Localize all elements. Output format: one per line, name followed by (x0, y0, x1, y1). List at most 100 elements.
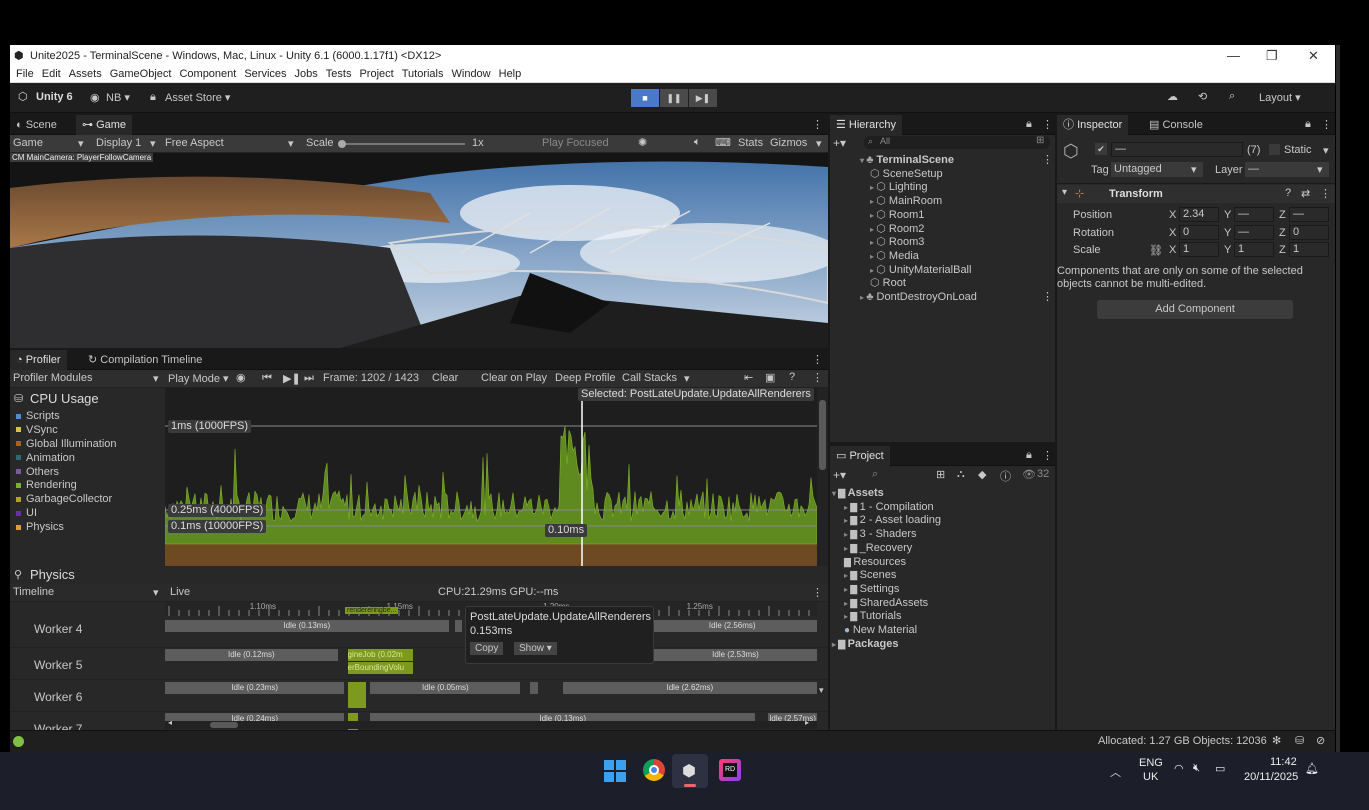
next-frame-icon[interactable]: ▶❚ (283, 372, 301, 385)
transform-y-field[interactable]: — (1234, 224, 1274, 240)
volume-muted-icon[interactable]: 🔇︎ (1193, 762, 1200, 775)
project-item[interactable]: ● New Material (844, 623, 917, 637)
add-component-button[interactable]: Add Component (1097, 300, 1293, 319)
clear-button[interactable]: Clear (432, 372, 458, 384)
scroll-left-icon[interactable]: ◂ (168, 718, 172, 727)
timeline-sample[interactable]: Idle (2.62ms) (562, 682, 817, 694)
menu-item-file[interactable]: File (16, 66, 34, 83)
project-item[interactable]: ▸ ▇ Tutorials (844, 609, 901, 623)
menu-item-project[interactable]: Project (359, 66, 393, 83)
hierarchy-item[interactable]: ▾ ♣ TerminalScene (860, 153, 954, 167)
cloud-icon[interactable]: ☁ (1167, 90, 1178, 103)
hierarchy-item[interactable]: ▸ ⬡ Room3 (870, 235, 924, 249)
timeline-sample[interactable] (530, 682, 538, 694)
kebab-menu-icon[interactable]: ⋮ (812, 353, 823, 366)
unity-taskbar-button[interactable]: ⬢ (672, 754, 708, 788)
add-icon[interactable]: +▾ (833, 136, 846, 150)
lock-icon[interactable]: 🔒︎ (1026, 449, 1032, 462)
battery-icon[interactable]: ▭ (1215, 762, 1225, 775)
timeline-sample[interactable]: Idle (0.05ms) (370, 682, 521, 694)
search-icon[interactable]: ⌕ (872, 468, 878, 481)
transform-z-field[interactable]: — (1289, 207, 1329, 222)
notification-bell-icon[interactable]: 🔔︎ (1305, 762, 1319, 775)
active-checkbox[interactable]: ✔ (1095, 143, 1107, 155)
debug-icon[interactable]: ✻ (1272, 734, 1281, 747)
project-item[interactable]: ▸ ▇ 3 - Shaders (844, 527, 917, 541)
filter-label-icon[interactable]: ⛬ (957, 468, 965, 481)
info-icon[interactable]: ⓘ (1000, 468, 1011, 484)
tab-game[interactable]: ⊶ Game (76, 115, 133, 135)
hierarchy-item[interactable]: ⬡ Root (870, 276, 906, 290)
h-scrollbar-thumb[interactable] (210, 722, 238, 728)
play-focused-dropdown[interactable]: Play Focused (542, 137, 609, 149)
kebab-menu-icon[interactable]: ⋮ (812, 118, 823, 131)
physics-module[interactable]: ⚲ Physics (10, 566, 165, 584)
add-icon[interactable]: +▾ (833, 468, 846, 482)
deep-profile-button[interactable]: Deep Profile (555, 372, 616, 384)
kebab-menu-icon[interactable]: ⋮ (812, 586, 823, 599)
clear-on-play-button[interactable]: Clear on Play (481, 372, 547, 384)
presets-icon[interactable]: ⇄ (1301, 187, 1310, 200)
scroll-down-icon[interactable]: ▾ (819, 685, 824, 696)
project-item[interactable]: ▸ ▇ Settings (844, 582, 899, 596)
cpu-usage-chart[interactable]: 1ms (1000FPS) 0.25ms (4000FPS) 0.1ms (10… (165, 388, 817, 566)
rider-icon[interactable]: RD (719, 759, 741, 781)
hierarchy-item[interactable]: ▸ ♣ DontDestroyOnLoad (860, 290, 977, 304)
restore-icon[interactable]: ❐ (1266, 48, 1278, 64)
record-icon[interactable]: ◉ (236, 371, 246, 384)
game-mode-dropdown[interactable]: Game (13, 137, 43, 149)
transform-x-field[interactable]: 0 (1179, 224, 1219, 240)
wifi-icon[interactable]: ◠ (1174, 762, 1184, 775)
game-viewport[interactable]: CM MainCamera: PlayerFollowCamera (10, 153, 828, 348)
tab-console[interactable]: ▤ Console (1143, 115, 1209, 135)
stats-button[interactable]: Stats (738, 137, 763, 149)
timeline-sample[interactable]: Idle (2.53ms) (654, 649, 817, 661)
timeline-h-scrollbar[interactable]: ◂ ▸ (165, 718, 817, 729)
project-item[interactable]: ▸ ▇ Packages (832, 637, 898, 651)
transform-header[interactable]: ▾ ⊹ Transform ? ⇄ ⋮ (1057, 185, 1335, 203)
menu-item-tutorials[interactable]: Tutorials (402, 66, 444, 83)
tab-profiler[interactable]: ◔ Profiler (10, 350, 67, 370)
keyboard-icon[interactable]: ⌨ (715, 136, 731, 149)
layout-dropdown[interactable]: Layout ▾ (1259, 91, 1301, 104)
history-icon[interactable]: ⟲ (1198, 90, 1207, 103)
transform-z-field[interactable]: 0 (1289, 224, 1329, 240)
progress-icon[interactable]: ⊘ (1316, 734, 1325, 747)
hierarchy-item[interactable]: ▸ ⬡ Media (870, 249, 919, 263)
menu-item-tests[interactable]: Tests (326, 66, 352, 83)
hierarchy-item[interactable]: ⬡ SceneSetup (870, 167, 943, 181)
tab-project[interactable]: ▭ Project (830, 446, 890, 466)
last-frame-icon[interactable]: ⏭ (304, 372, 314, 385)
project-item[interactable]: ▸ ▇ Scenes (844, 568, 896, 582)
call-stacks-dropdown[interactable]: Call Stacks (622, 372, 677, 384)
legend-item[interactable]: Others (16, 466, 164, 480)
kebab-menu-icon[interactable]: ⋮ (1042, 118, 1053, 131)
legend-item[interactable]: VSync (16, 424, 164, 438)
foldout-arrow-icon[interactable]: ▾ (1062, 187, 1067, 198)
save-icon[interactable]: ▣ (765, 371, 775, 384)
hierarchy-search-input[interactable]: ⌕ All ⊞ (864, 135, 1050, 149)
transform-z-field[interactable]: 1 (1289, 242, 1329, 257)
menu-item-edit[interactable]: Edit (42, 66, 61, 83)
layer-dropdown[interactable]: — ▾ (1245, 162, 1329, 177)
kebab-menu-icon[interactable]: ⋮ (812, 371, 823, 384)
eye-icon[interactable]: 👁︎ (1022, 468, 1036, 481)
timeline-sample[interactable]: erBoundingVolu (347, 662, 413, 674)
menu-item-help[interactable]: Help (499, 66, 522, 83)
legend-item[interactable]: Physics (16, 521, 164, 535)
hierarchy-item[interactable]: ▸ ⬡ Room1 (870, 208, 924, 222)
pause-button[interactable]: ❚❚ (660, 89, 688, 107)
legend-item[interactable]: UI (16, 507, 164, 521)
search-filter-icon[interactable]: ⊞ (1036, 135, 1044, 146)
transform-y-field[interactable]: 1 (1234, 242, 1274, 257)
menu-item-services[interactable]: Services (244, 66, 286, 83)
project-item[interactable]: ▾ ▇ Assets (832, 486, 884, 500)
help-icon[interactable]: ? (1285, 187, 1291, 199)
hierarchy-item[interactable]: ▸ ⬡ UnityMaterialBall (870, 263, 971, 277)
account-button[interactable]: NB ▾ (106, 91, 130, 104)
timeline-sample[interactable] (455, 620, 462, 632)
project-item[interactable]: ▸ ▇ 1 - Compilation (844, 500, 934, 514)
tab-hierarchy[interactable]: ☰ Hierarchy (830, 115, 902, 135)
project-item[interactable]: ▸ ▇ _Recovery (844, 541, 912, 555)
menu-item-assets[interactable]: Assets (69, 66, 102, 83)
